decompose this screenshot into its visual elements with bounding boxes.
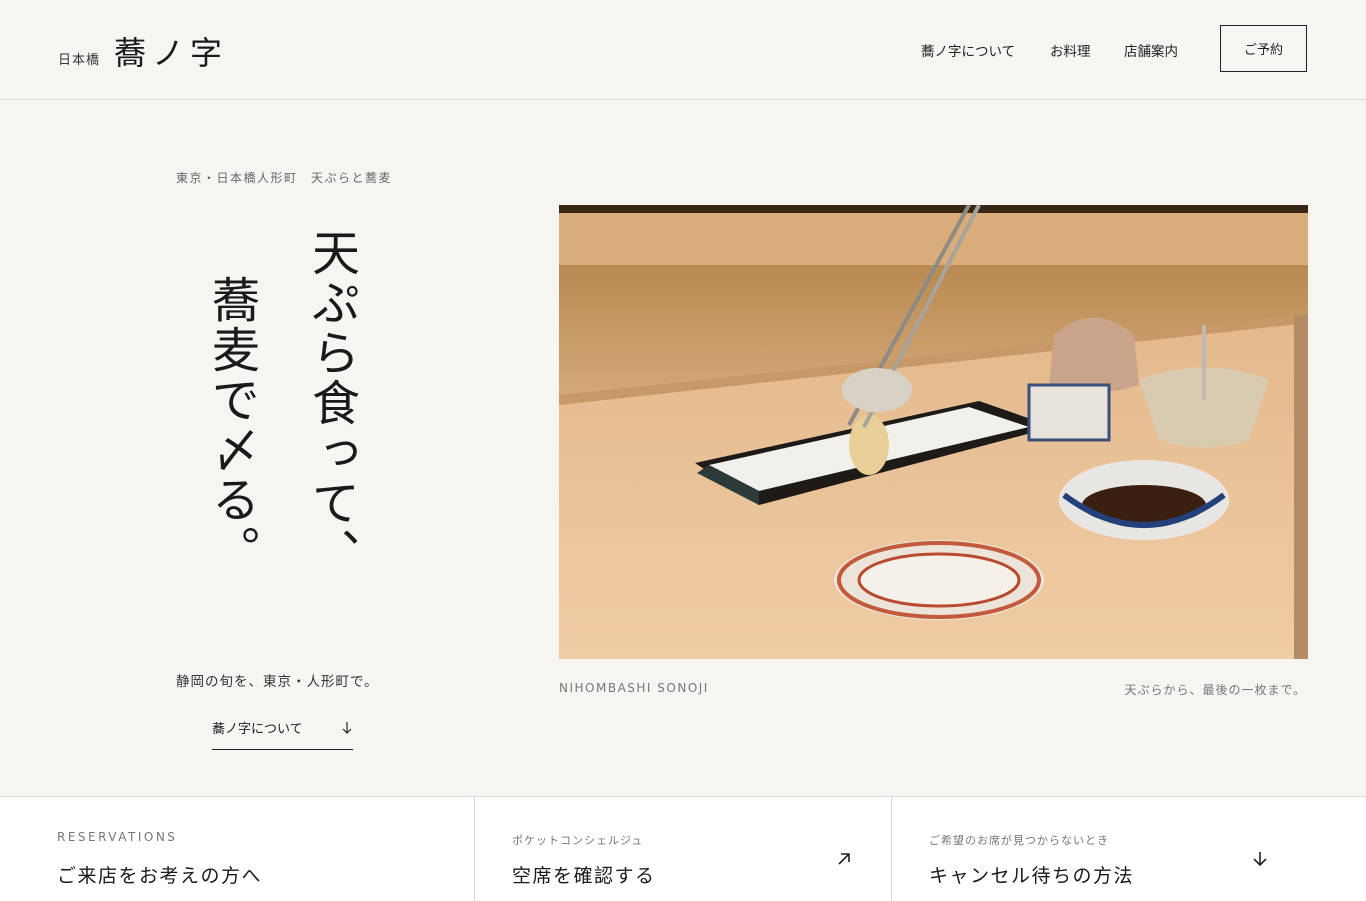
cancel-waitlist-title: キャンセル待ちの方法 [929,865,1135,887]
arrow-down-icon [342,722,352,734]
logo-subtitle: 日本橋 [58,53,101,68]
site-logo[interactable]: 日本橋 蕎ノ字 [58,28,228,74]
reservations-info[interactable]: RESERVATIONS ご来店をお考えの方へ [0,797,475,901]
tempura-counter-image [559,205,1308,659]
about-link-label: 蕎ノ字について [212,722,303,737]
cancel-waitlist-link[interactable]: ご希望のお席が見つからないとき キャンセル待ちの方法 [892,797,1366,901]
reservation-bar: RESERVATIONS ご来店をお考えの方へ ポケットコンシェルジュ 空席を確… [0,796,1366,901]
arrow-down-icon [1253,852,1267,867]
check-availability-title: 空席を確認する [512,865,656,887]
reservations-label: RESERVATIONS [57,830,178,844]
reservation-button[interactable]: ご予約 [1220,25,1307,72]
logo-title: 蕎ノ字 [114,34,229,72]
photo-caption-left: NIHOMBASHI SONOJI [559,681,709,695]
nav-item-store-info[interactable]: 店舗案内 [1124,40,1178,60]
check-availability-link[interactable]: ポケットコンシェルジュ 空席を確認する [475,797,892,901]
hero-subcopy: 静岡の旬を、東京・人形町で。 [176,674,379,690]
site-header: 日本橋 蕎ノ字 蕎ノ字について お料理 店舗案内 ご予約 [0,0,1366,100]
hero-tagline: 東京・日本橋人形町 天ぷらと蕎麦 [176,171,393,185]
headline-line-2: 蕎麦で〆る。 [203,275,259,575]
reservations-title: ご来店をお考えの方へ [57,865,263,887]
arrow-up-right-icon [838,853,850,865]
about-link[interactable]: 蕎ノ字について [212,718,353,750]
nav-item-cuisine[interactable]: お料理 [1050,40,1091,60]
cancel-waitlist-label: ご希望のお席が見つからないとき [929,834,1109,847]
nav-item-about[interactable]: 蕎ノ字について [921,40,1015,60]
headline-line-1: 天ぷら食って、 [303,228,359,578]
photo-caption-right: 天ぷらから、最後の一枚まで。 [1124,683,1306,697]
hero-photo [559,205,1308,659]
pocket-concierge-label: ポケットコンシェルジュ [512,834,644,847]
